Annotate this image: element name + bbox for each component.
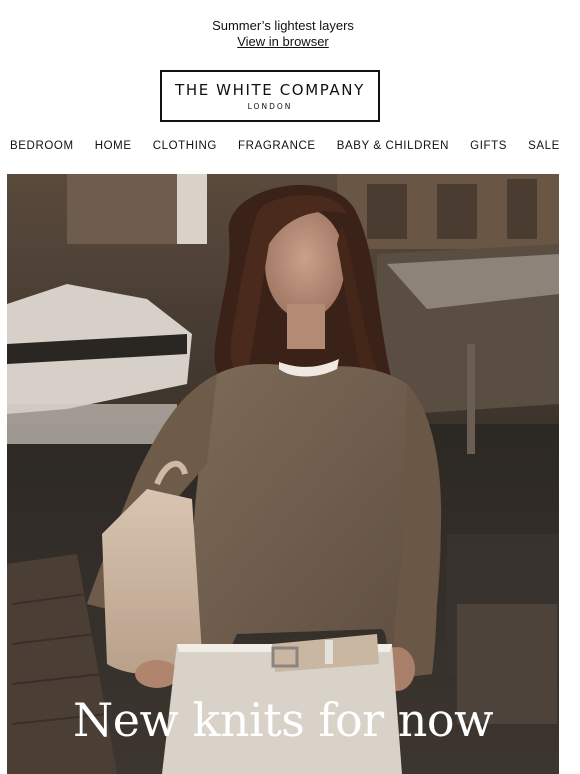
hero-headline: New knits for now — [73, 693, 493, 747]
logo-city: LONDON — [247, 102, 293, 111]
nav-item-baby-children[interactable]: BABY & CHILDREN — [337, 139, 449, 153]
nav-item-clothing[interactable]: CLOTHING — [153, 139, 217, 153]
email-page: Summer’s lightest layers View in browser… — [0, 0, 580, 774]
brand-logo[interactable]: THE WHITE COMPANY LONDON — [160, 70, 380, 122]
preheader: Summer’s lightest layers View in browser — [0, 18, 566, 50]
hero-banner[interactable]: New knits for now — [7, 174, 559, 774]
nav-item-gifts[interactable]: GIFTS — [470, 139, 507, 153]
preheader-tagline: Summer’s lightest layers — [212, 18, 354, 33]
nav-item-bedroom[interactable]: BEDROOM — [10, 139, 74, 153]
nav-item-home[interactable]: HOME — [95, 139, 132, 153]
hero-image — [7, 174, 559, 774]
main-nav: BEDROOM HOME CLOTHING FRAGRANCE BABY & C… — [10, 139, 560, 153]
nav-item-sale[interactable]: SALE — [528, 139, 560, 153]
nav-item-fragrance[interactable]: FRAGRANCE — [238, 139, 316, 153]
view-in-browser-link[interactable]: View in browser — [0, 34, 566, 50]
logo-brand-name: THE WHITE COMPANY — [175, 81, 365, 99]
